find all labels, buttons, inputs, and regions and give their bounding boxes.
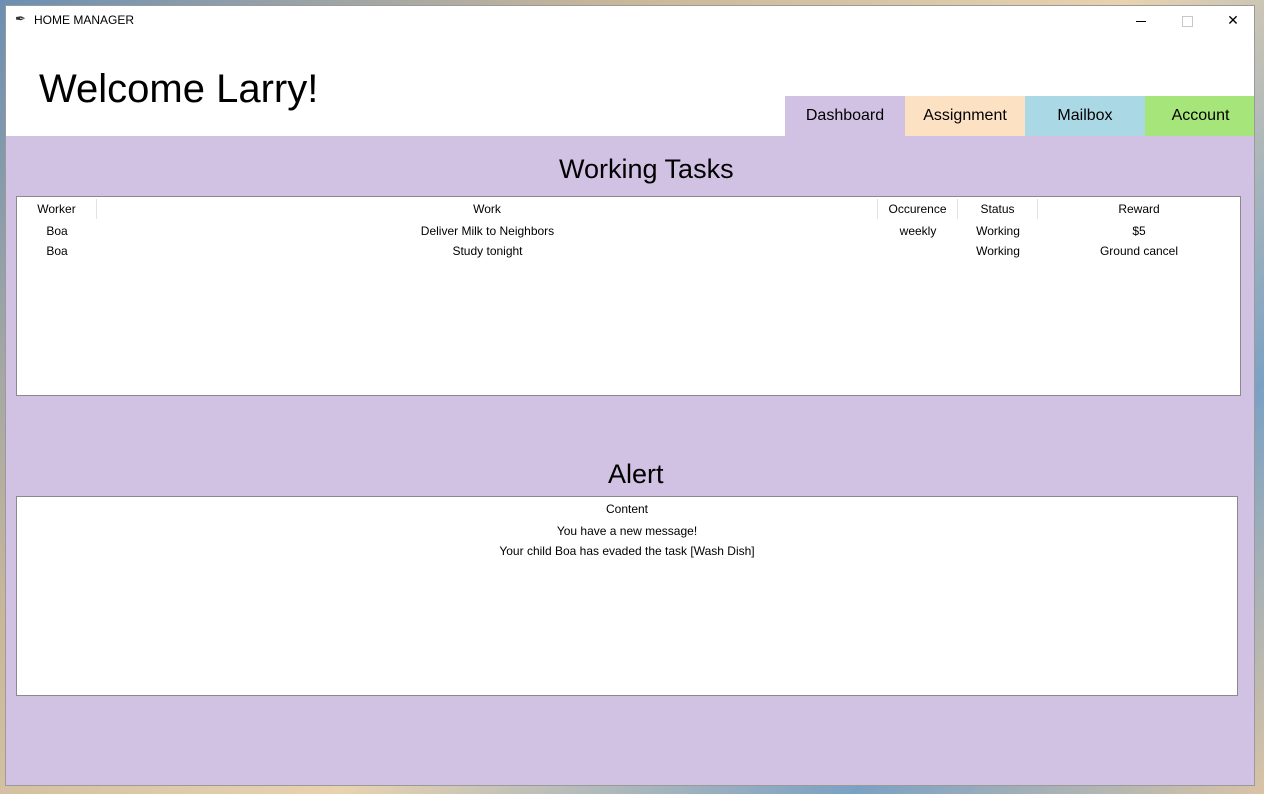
- column-header-occurence[interactable]: Occurence: [878, 199, 958, 219]
- cell-work: Deliver Milk to Neighbors: [420, 224, 555, 238]
- alert-table[interactable]: Content You have a new message! Your chi…: [16, 496, 1238, 696]
- tab-account[interactable]: Account: [1145, 96, 1254, 136]
- table-row[interactable]: You have a new message!: [17, 521, 1237, 541]
- cell-occurence: weekly: [899, 224, 937, 238]
- working-tasks-table[interactable]: Worker Work Occurence Status Reward Boa …: [16, 196, 1241, 396]
- cell-reward: $5: [1132, 224, 1146, 238]
- tab-bar: Dashboard Assignment Mailbox Account: [785, 96, 1254, 136]
- minimize-icon: [1136, 20, 1146, 22]
- welcome-heading: Welcome Larry!: [39, 67, 319, 111]
- cell-worker: Boa: [46, 224, 68, 238]
- close-icon: ✕: [1227, 13, 1239, 29]
- table-header: Worker Work Occurence Status Reward: [17, 199, 1240, 219]
- title-bar[interactable]: ✒ HOME MANAGER ✕: [6, 6, 1254, 36]
- table-row[interactable]: Boa Deliver Milk to Neighbors weekly Wor…: [17, 221, 1240, 241]
- dashboard-panel: Working Tasks Worker Work Occurence Stat…: [6, 136, 1254, 785]
- table-row[interactable]: Your child Boa has evaded the task [Wash…: [17, 541, 1237, 561]
- column-header-work[interactable]: Work: [97, 199, 878, 219]
- tab-mailbox[interactable]: Mailbox: [1025, 96, 1145, 136]
- cell-occurence: [878, 241, 958, 261]
- column-header-status[interactable]: Status: [958, 199, 1038, 219]
- close-button[interactable]: ✕: [1210, 6, 1254, 36]
- cell-status: Working: [976, 244, 1020, 258]
- column-header-worker[interactable]: Worker: [17, 199, 97, 219]
- table-header: Content: [17, 499, 1237, 519]
- window-title: HOME MANAGER: [34, 13, 135, 27]
- column-header-reward[interactable]: Reward: [1038, 199, 1240, 219]
- alert-title: Alert: [608, 459, 664, 489]
- cell-worker: Boa: [46, 244, 68, 258]
- column-header-content[interactable]: Content: [17, 499, 1237, 519]
- maximize-button[interactable]: [1164, 6, 1210, 36]
- cell-content: Your child Boa has evaded the task [Wash…: [499, 544, 755, 558]
- cell-status: Working: [976, 224, 1020, 238]
- minimize-button[interactable]: [1118, 6, 1164, 36]
- cell-reward: Ground cancel: [1099, 244, 1179, 258]
- table-row[interactable]: Boa Study tonight Working Ground cancel: [17, 241, 1240, 261]
- working-tasks-title: Working Tasks: [559, 154, 734, 184]
- tab-dashboard[interactable]: Dashboard: [785, 96, 905, 136]
- app-window: ✒ HOME MANAGER ✕ Welcome Larry! Dashboar…: [5, 5, 1255, 786]
- maximize-icon: [1181, 15, 1193, 27]
- cell-content: You have a new message!: [556, 524, 698, 538]
- feather-icon: ✒: [15, 12, 26, 27]
- tab-assignment[interactable]: Assignment: [905, 96, 1025, 136]
- cell-work: Study tonight: [452, 244, 523, 258]
